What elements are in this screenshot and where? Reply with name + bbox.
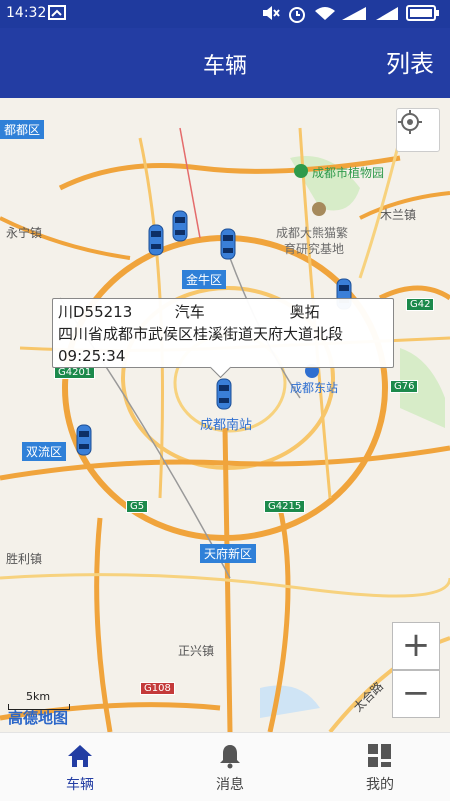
area-tag-jinniu: 金牛区	[182, 270, 227, 289]
botanical-icon	[294, 164, 308, 178]
locate-button[interactable]	[396, 108, 440, 152]
map-logo: 高德地图	[8, 709, 69, 727]
tab-label: 消息	[216, 777, 244, 793]
road-shield-g4215: G4215	[264, 500, 306, 513]
place-yongning: 永宁镇	[6, 226, 43, 240]
tab-label: 我的	[366, 777, 394, 793]
popup-vehicle-type: 汽车	[174, 303, 205, 321]
home-icon	[68, 745, 92, 767]
place-dongzhan: 成都东站	[290, 381, 339, 395]
status-time: 14:32	[6, 5, 47, 21]
vehicle-marker[interactable]	[148, 224, 164, 256]
place-panda-1: 成都大熊猫繁	[276, 226, 349, 240]
battery-icon	[406, 5, 439, 21]
list-button[interactable]: 列表	[386, 44, 434, 79]
tab-messages[interactable]: 消息	[155, 733, 305, 801]
vehicle-marker[interactable]	[76, 424, 92, 456]
place-zhengxing: 正兴镇	[178, 644, 215, 658]
bell-icon	[220, 745, 240, 769]
cellular-4g-icon	[342, 7, 366, 20]
vehicle-marker[interactable]	[172, 210, 188, 242]
alarm-icon	[289, 7, 305, 23]
zoom-in-button[interactable]: +	[392, 622, 440, 670]
road-shield-g42: G42	[406, 298, 435, 311]
road-shield-g5: G5	[126, 500, 149, 513]
zoom-out-button[interactable]: −	[392, 670, 440, 718]
area-tag-dujiang: 都都区	[0, 120, 45, 139]
wifi-icon	[315, 7, 335, 20]
place-panda-2: 育研究基地	[284, 242, 345, 256]
signal-icon	[376, 7, 398, 20]
panda-icon	[312, 202, 326, 216]
popup-plate: 川D55213	[58, 303, 133, 321]
vehicle-marker[interactable]	[220, 228, 236, 260]
area-tag-shuangliu: 双流区	[22, 442, 67, 461]
mute-icon	[263, 6, 280, 20]
map-view[interactable]: 永宁镇 木兰镇 胜利镇 正兴镇 成都市植物园 成都大熊猫繁 育研究基地 成都东站…	[0, 98, 450, 732]
vehicle-marker-selected[interactable]	[216, 378, 232, 410]
screenshot-notification-icon	[48, 5, 66, 20]
crosshair-icon	[398, 110, 422, 134]
tab-mine[interactable]: 我的	[305, 733, 450, 801]
area-tag-tianfu: 天府新区	[200, 544, 257, 563]
status-bar: 14:32	[0, 0, 450, 28]
app-bar: 车辆 列表	[0, 28, 450, 98]
road-shield-g76: G76	[390, 380, 419, 393]
scale-label: 5km	[26, 690, 51, 703]
page-title: 车辆	[202, 54, 247, 79]
area-tag-nanzhan: 成都南站	[200, 418, 253, 433]
vehicle-info-popup[interactable]: 川D55213 汽车 奥拓 四川省成都市武侯区桂溪街道天府大道北段 09:25:…	[52, 298, 394, 379]
tab-vehicles[interactable]: 车辆	[5, 733, 155, 801]
road-shield-g108: G108	[140, 682, 175, 695]
popup-address: 四川省成都市武侯区桂溪街道天府大道北段	[58, 325, 344, 343]
grid-icon	[368, 744, 391, 767]
place-shengli: 胜利镇	[6, 552, 43, 566]
popup-vehicle-model: 奥拓	[289, 303, 320, 321]
place-botanical: 成都市植物园	[312, 166, 385, 180]
place-mulan: 木兰镇	[380, 208, 417, 222]
tab-label: 车辆	[66, 777, 94, 793]
bottom-tab-bar: 车辆 消息 我的	[0, 732, 450, 801]
